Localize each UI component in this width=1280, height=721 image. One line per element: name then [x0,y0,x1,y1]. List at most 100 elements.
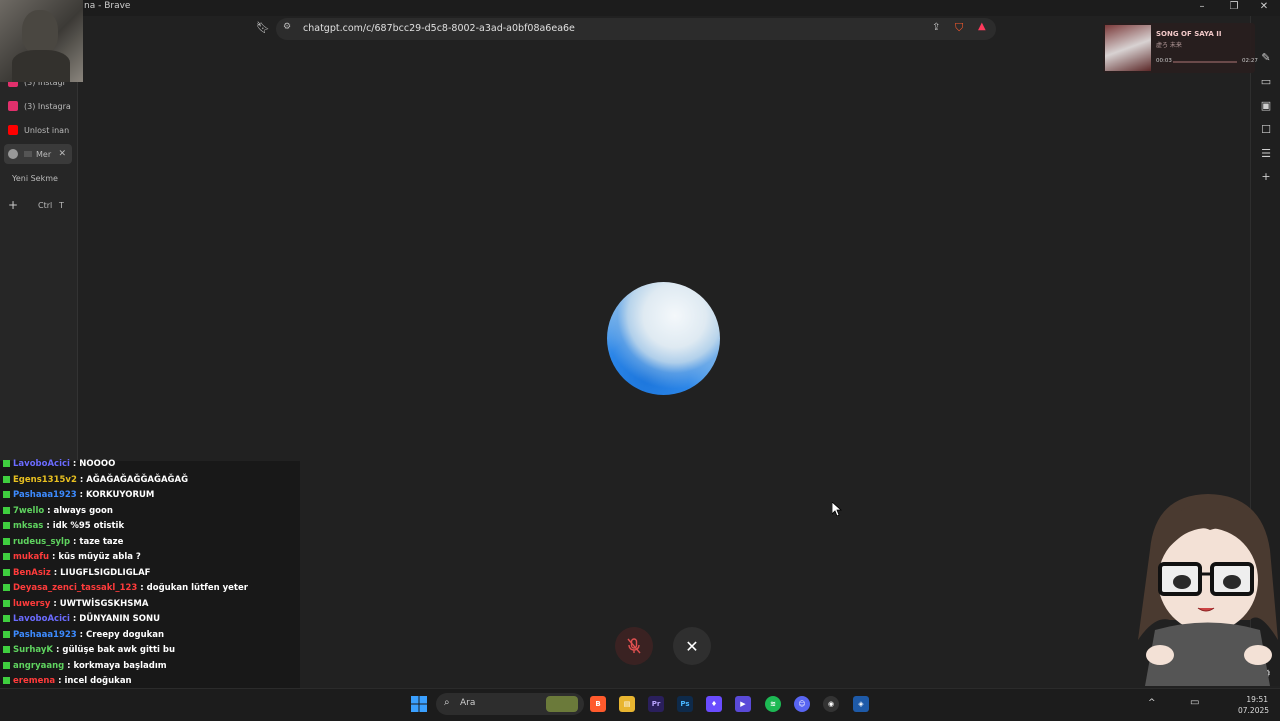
brave-shields-icon[interactable]: ⛉ [955,21,963,35]
chat-username[interactable]: eremena [13,676,55,686]
chat-message: BenAsiz : LIUGFLSIGDLIGLAF [3,568,150,578]
song-artist: 虚ろ 未来 [1156,42,1182,49]
chatgpt-icon [8,149,18,159]
tab-instagram-2[interactable]: (3) Instagra [4,96,72,116]
add-panel-icon[interactable]: + [1259,170,1273,183]
chat-username[interactable]: Pashaaa1923 [13,490,77,500]
tab-label: Unlost inan [24,125,70,135]
chat-separator: : [49,552,59,562]
shortcut-t: T [59,201,64,210]
webcam-overlay [0,0,83,82]
site-info-icon[interactable]: ⚙ [283,22,291,32]
chat-username[interactable]: LavoboAcici [13,614,70,624]
chat-separator: : [44,505,54,516]
bookmarks-panel-icon[interactable]: ☐ [1259,123,1273,136]
network-icon[interactable]: ▭ [1190,697,1199,708]
chat-badge-icon [3,568,10,576]
chat-text: taze taze [79,536,124,547]
leo-ai-icon[interactable]: ✎ [1259,51,1273,64]
app-icon-purple[interactable]: ♦ [706,696,722,712]
chat-message: SurhayK : gülüşe bak awk gitti bu [3,645,175,655]
tray-chevron-icon[interactable]: ^ [1148,698,1156,708]
media-icon[interactable]: ▭ [1259,75,1273,88]
premiere-pro-icon[interactable]: Pr [648,696,664,712]
chat-separator: : [43,521,53,531]
clock-time: 19:51 [1246,695,1268,704]
chat-username[interactable]: BenAsiz [13,568,51,578]
discord-icon[interactable]: ☺ [794,696,810,712]
close-icon: ✕ [685,636,699,656]
chat-separator: : [53,645,63,655]
chat-text: korkmaya başladım [73,660,167,671]
spotify-icon[interactable]: ≋ [765,696,781,712]
chat-username[interactable]: luwersy [13,599,50,609]
chat-username[interactable]: Pashaaa1923 [13,630,77,640]
chat-badge-icon [3,599,10,607]
file-explorer-icon[interactable]: ▤ [619,696,635,712]
chat-username[interactable]: rudeus_sylp [13,537,70,547]
brave-taskbar-icon[interactable]: B [590,696,606,712]
chat-badge-icon [3,522,10,529]
app-icon-arrow[interactable]: ▶ [735,696,751,712]
close-window-button[interactable]: ✕ [1254,1,1274,12]
chat-separator: : [69,459,80,469]
chat-separator: : [76,490,87,500]
chat-username[interactable]: Egens1315v2 [13,475,77,485]
obs-icon[interactable]: ◉ [823,696,839,712]
chat-badge-icon [3,491,10,498]
close-tab-icon[interactable]: ✕ [58,149,66,159]
shortcut-ctrl: Ctrl [38,201,53,210]
chat-message: Pashaaa1923 : Creepy dogukan [3,630,164,640]
active-app-icon[interactable]: ◈ [853,696,869,712]
taskbar-search[interactable]: ⌕ Ara [436,693,584,715]
mute-microphone-button[interactable] [615,627,653,665]
windows-start-icon[interactable] [411,696,427,712]
maximize-button[interactable]: ❐ [1224,1,1244,12]
chat-text: always goon [53,505,113,516]
youtube-icon [8,125,18,135]
chat-text: KORKUYORUM [86,490,155,500]
chat-message: luwersy : UWTWİSGSKHSMA [3,599,148,609]
chat-message: rudeus_sylp : taze taze [3,537,123,547]
brave-rewards-icon[interactable]: ▲ [978,21,986,32]
chat-badge-icon [3,584,10,591]
minimize-button[interactable]: – [1192,1,1212,12]
new-tab-plus-icon[interactable]: + [8,198,18,212]
tab-new[interactable]: Yeni Sekme [4,168,72,188]
end-voice-button[interactable]: ✕ [673,627,711,665]
share-icon[interactable]: ⇪ [932,22,940,33]
chat-separator: : [76,629,87,640]
tab-youtube[interactable]: Unlost inan [4,120,72,140]
chat-message: angryaang : korkmaya başladım [3,661,167,671]
media-player-overlay: SONG OF SAYA II 虚ろ 未来 00:03 02:27 [1103,23,1258,73]
chat-separator: : [70,536,80,547]
album-art [1105,25,1151,71]
chat-text: Creepy dogukan [86,629,165,640]
chat-username[interactable]: mksas [13,521,43,531]
microphone-muted-icon [627,638,641,654]
chat-text: NOOOO [79,459,116,469]
vtuber-avatar [1138,494,1278,686]
photoshop-icon[interactable]: Ps [677,696,693,712]
wallet-icon[interactable]: ▣ [1259,99,1273,112]
bookmark-icon[interactable]: 🔖︎ [256,21,270,34]
chat-username[interactable]: 7wello [13,506,44,516]
tab-label: Mer [36,149,52,159]
chat-separator: : [76,474,87,485]
url-text[interactable]: chatgpt.com/c/687bcc29-d5c8-8002-a3ad-a0… [303,23,575,34]
taskbar-clock[interactable]: 19:51 07.2025 [1238,694,1269,716]
mouse-cursor-icon [832,502,842,516]
webcam-person-body [12,50,70,82]
chat-username[interactable]: angryaang [13,661,64,671]
chat-separator: : [64,660,74,671]
chat-username[interactable]: LavoboAcici [13,459,70,469]
tab-chatgpt-active[interactable]: Mer ✕ [4,144,72,164]
chat-username[interactable]: mukafu [13,552,49,562]
chat-badge-icon [3,615,10,622]
chat-username[interactable]: SurhayK [13,645,53,655]
chat-message: 7wello : always goon [3,506,113,516]
instagram-icon [8,101,18,111]
chat-username[interactable]: Deyasa_zenci_tassakl_123 [13,583,137,593]
reading-list-icon[interactable]: ☰ [1259,147,1273,160]
chat-text: UWTWİSGSKHSMA [59,598,149,609]
